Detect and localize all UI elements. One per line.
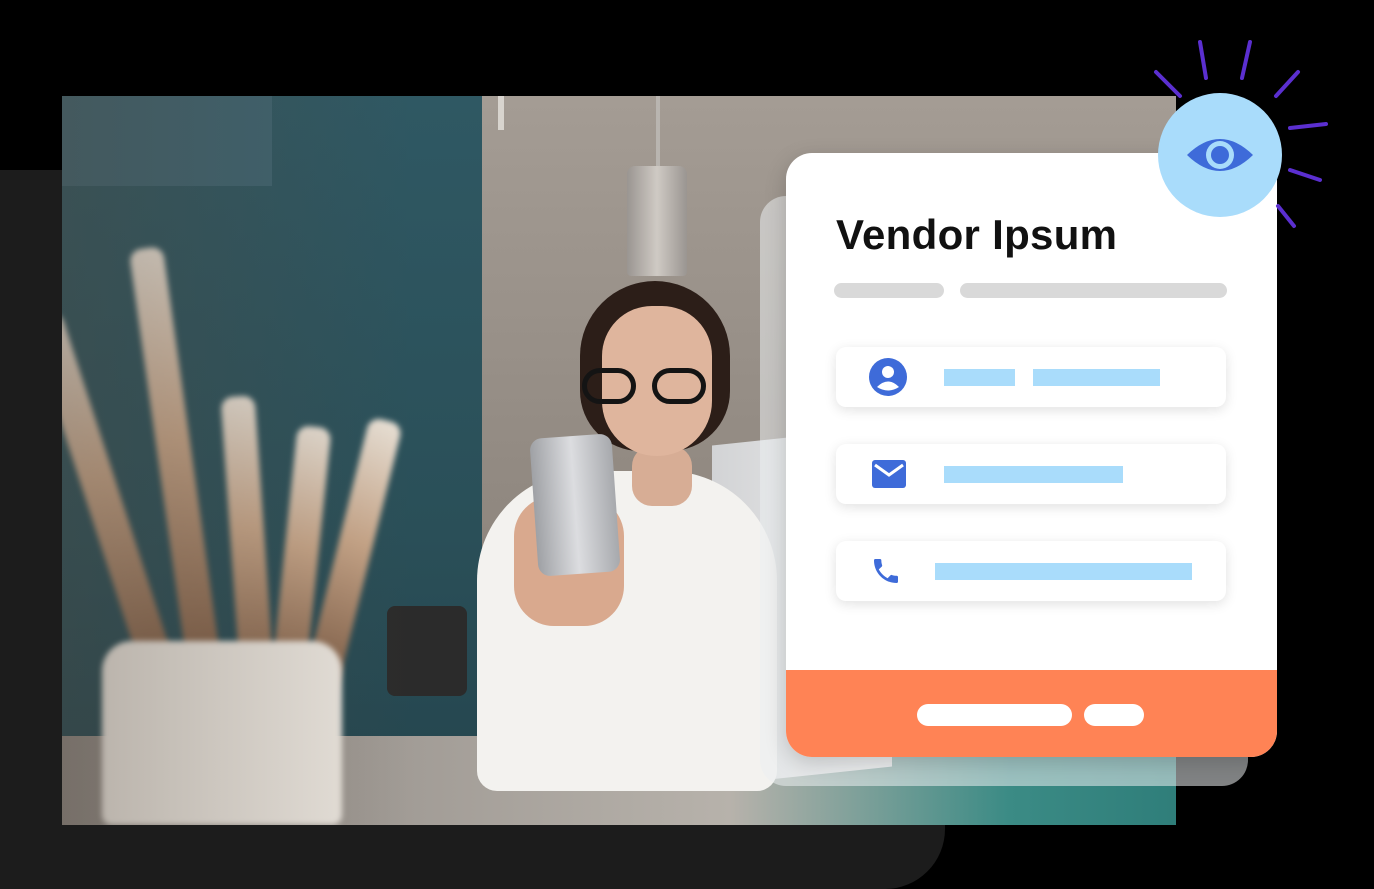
subtitle-placeholder bbox=[960, 283, 1227, 298]
subtitle-placeholder bbox=[834, 283, 944, 298]
email-row[interactable] bbox=[836, 444, 1226, 504]
primary-action-button[interactable] bbox=[917, 704, 1072, 726]
card-footer bbox=[786, 670, 1277, 757]
phone-placeholder bbox=[935, 563, 1192, 580]
vendor-name: Vendor Ipsum bbox=[836, 211, 1118, 258]
phone-row[interactable] bbox=[836, 541, 1226, 601]
user-circle-icon bbox=[869, 358, 907, 396]
secondary-action-button[interactable] bbox=[1084, 704, 1144, 726]
view-badge[interactable] bbox=[1158, 93, 1282, 217]
vendor-card: Vendor Ipsum bbox=[786, 153, 1277, 757]
email-placeholder bbox=[944, 466, 1123, 483]
name-placeholder bbox=[1033, 369, 1160, 386]
mail-icon bbox=[872, 460, 906, 488]
name-placeholder bbox=[944, 369, 1015, 386]
contact-name-row[interactable] bbox=[836, 347, 1226, 407]
eye-icon bbox=[1187, 139, 1253, 171]
phone-icon bbox=[874, 559, 898, 583]
